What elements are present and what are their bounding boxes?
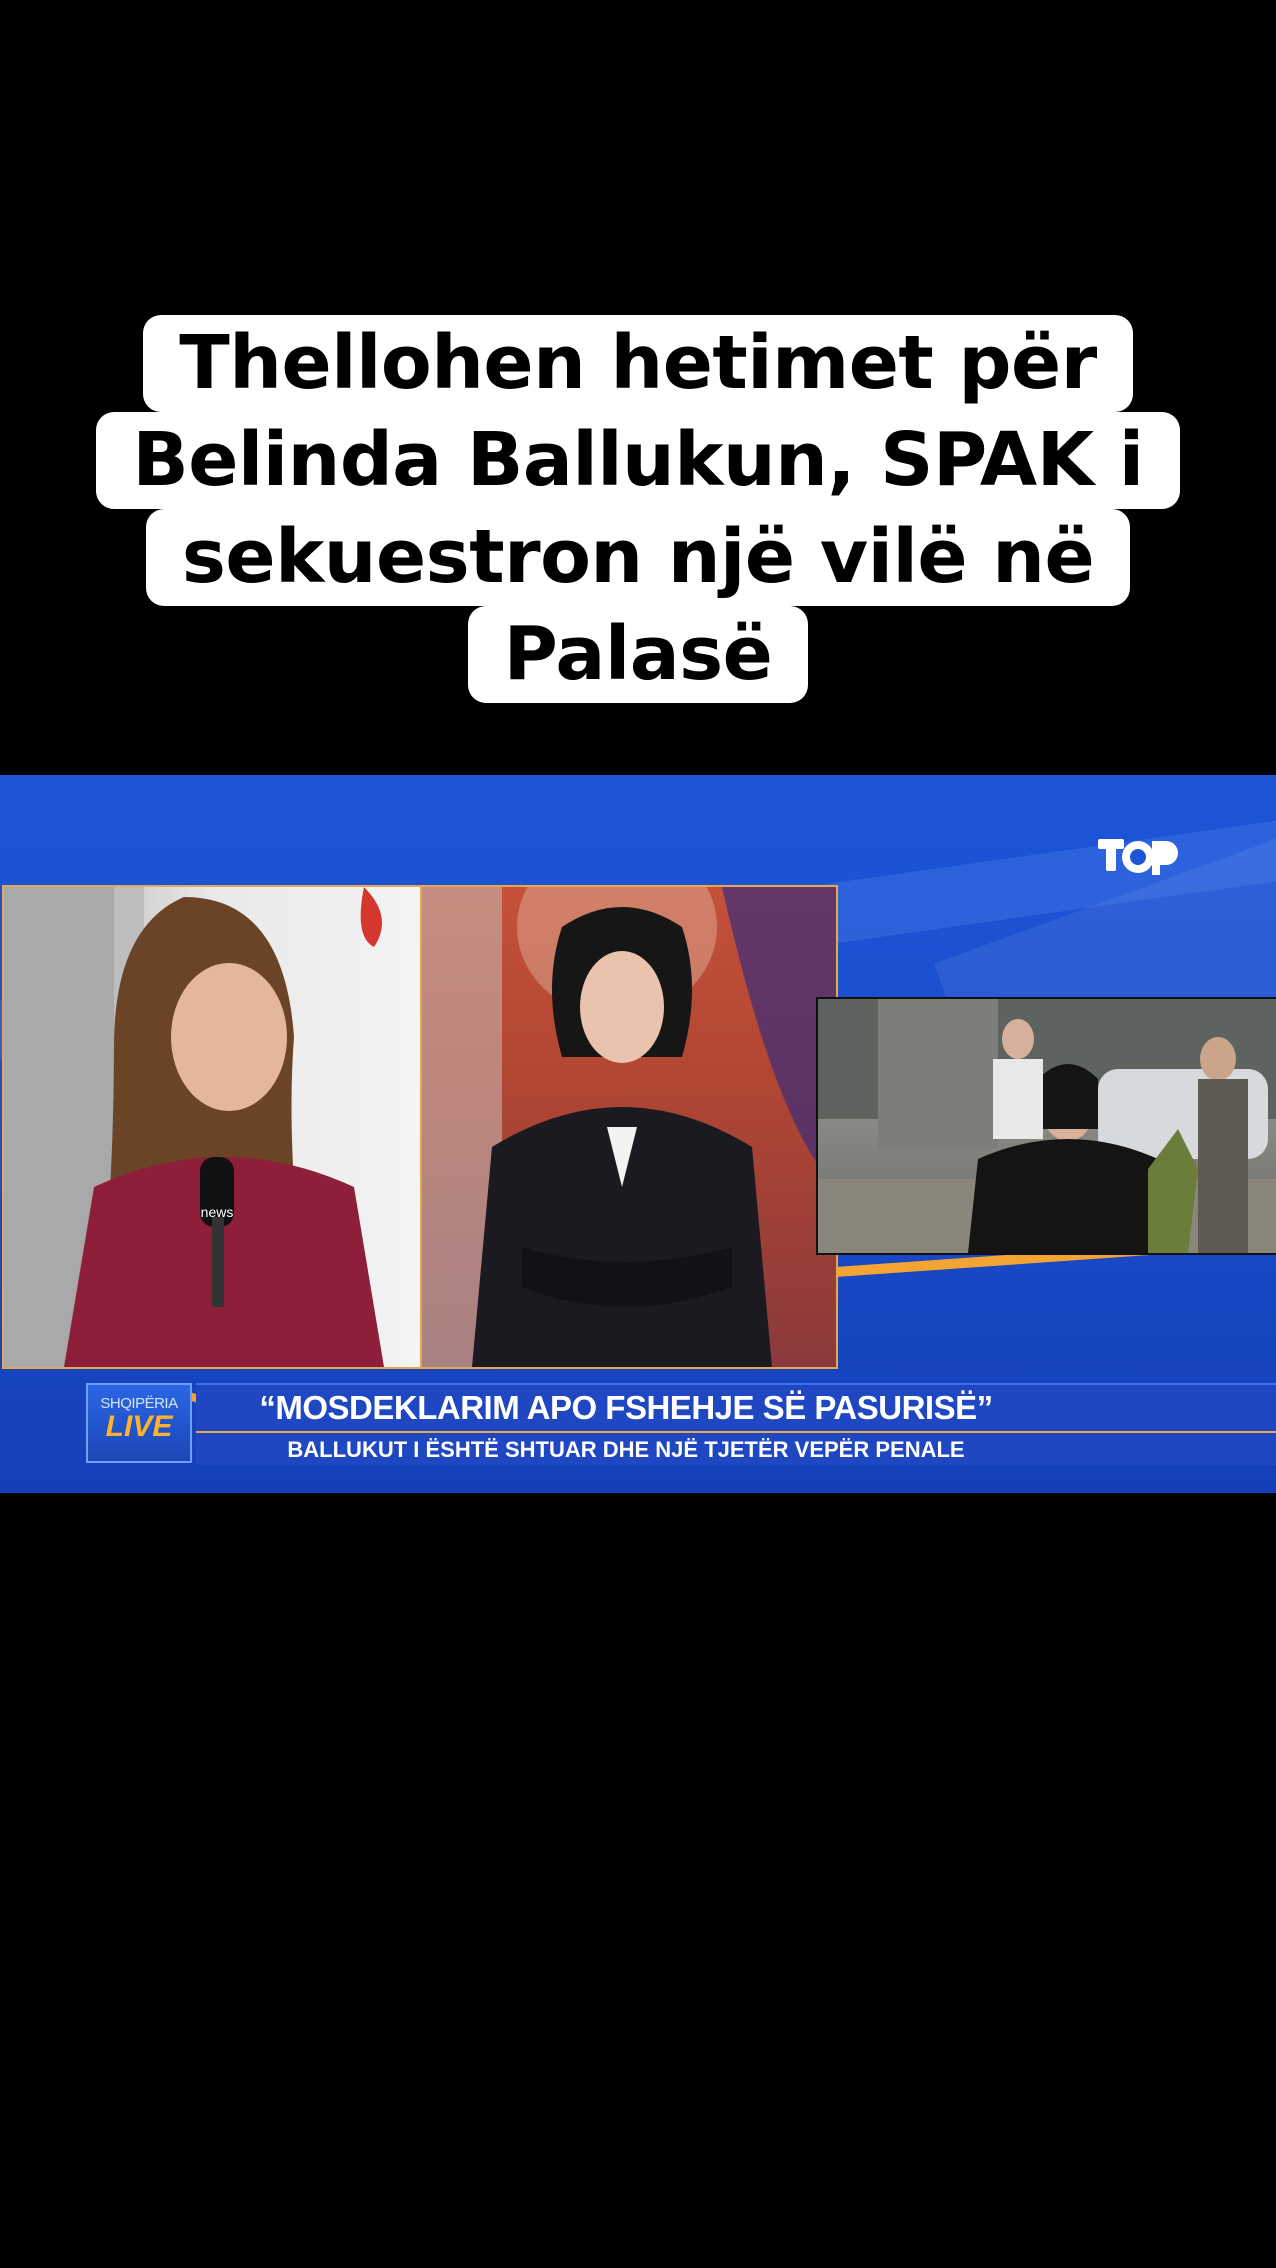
- top-channel-logo-icon: [1098, 839, 1178, 875]
- subheadline-text: BALLUKUT I ËSHTË SHTUAR DHE NJË TJETËR V…: [287, 1437, 965, 1462]
- headline-divider: [196, 1431, 1276, 1433]
- show-logo-bottom-text: LIVE: [105, 1410, 173, 1443]
- caption-line: Belinda Ballukun, SPAK i: [96, 412, 1180, 509]
- video-frame[interactable]: news SHQIPËRIA LIVE “MOSDEKLARIM APO FSH…: [0, 775, 1276, 1493]
- headline-text: “MOSDEKLARIM APO FSHEHJE SË PASURISË”: [259, 1389, 993, 1426]
- caption-overlay: Thellohen hetimet për Belinda Ballukun, …: [0, 315, 1276, 703]
- reporter-video-panel: news: [2, 885, 422, 1369]
- lower-third-banner: SHQIPËRIA LIVE “MOSDEKLARIM APO FSHEHJE …: [86, 1383, 1276, 1469]
- show-logo: SHQIPËRIA LIVE: [86, 1383, 192, 1463]
- headline-bar: “MOSDEKLARIM APO FSHEHJE SË PASURISË” BA…: [196, 1383, 1276, 1465]
- street-footage-panel: [816, 997, 1276, 1255]
- caption-line: sekuestron një vilë në: [145, 509, 1131, 606]
- anchor-video-panel: [420, 885, 838, 1369]
- caption-line: Thellohen hetimet për: [143, 315, 1133, 412]
- caption-line: Palasë: [467, 606, 809, 703]
- microphone-brand-label: news: [201, 1204, 234, 1220]
